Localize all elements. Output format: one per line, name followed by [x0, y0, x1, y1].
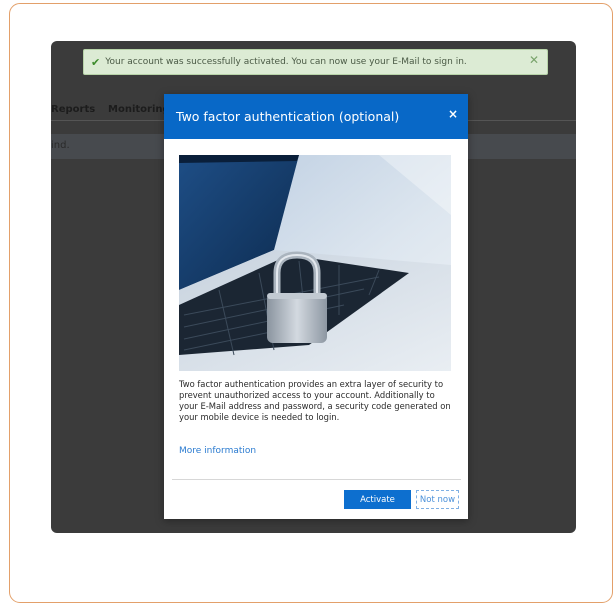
success-alert-text: Your account was successfully activated.… [105, 57, 467, 67]
activate-button[interactable]: Activate [344, 490, 411, 509]
nav-reports[interactable]: Reports [51, 104, 95, 115]
modal-description: Two factor authentication provides an ex… [179, 379, 451, 422]
close-icon[interactable]: ✕ [529, 53, 539, 67]
footer-divider [172, 479, 461, 480]
not-now-button[interactable]: Not now [416, 490, 459, 509]
success-alert: ✔ Your account was successfully activate… [83, 49, 548, 75]
modal-close-button[interactable]: × [448, 107, 458, 121]
more-information-link[interactable]: More information [179, 446, 256, 456]
two-factor-modal: Two factor authentication (optional) × T… [164, 94, 468, 519]
padlock-laptop-image [179, 155, 451, 371]
nav-monitoring[interactable]: Monitoring [108, 104, 170, 115]
check-icon: ✔ [91, 55, 101, 69]
modal-title: Two factor authentication (optional) [176, 109, 400, 124]
info-strip-text: ind. [51, 140, 70, 151]
modal-header: Two factor authentication (optional) × [164, 94, 468, 139]
